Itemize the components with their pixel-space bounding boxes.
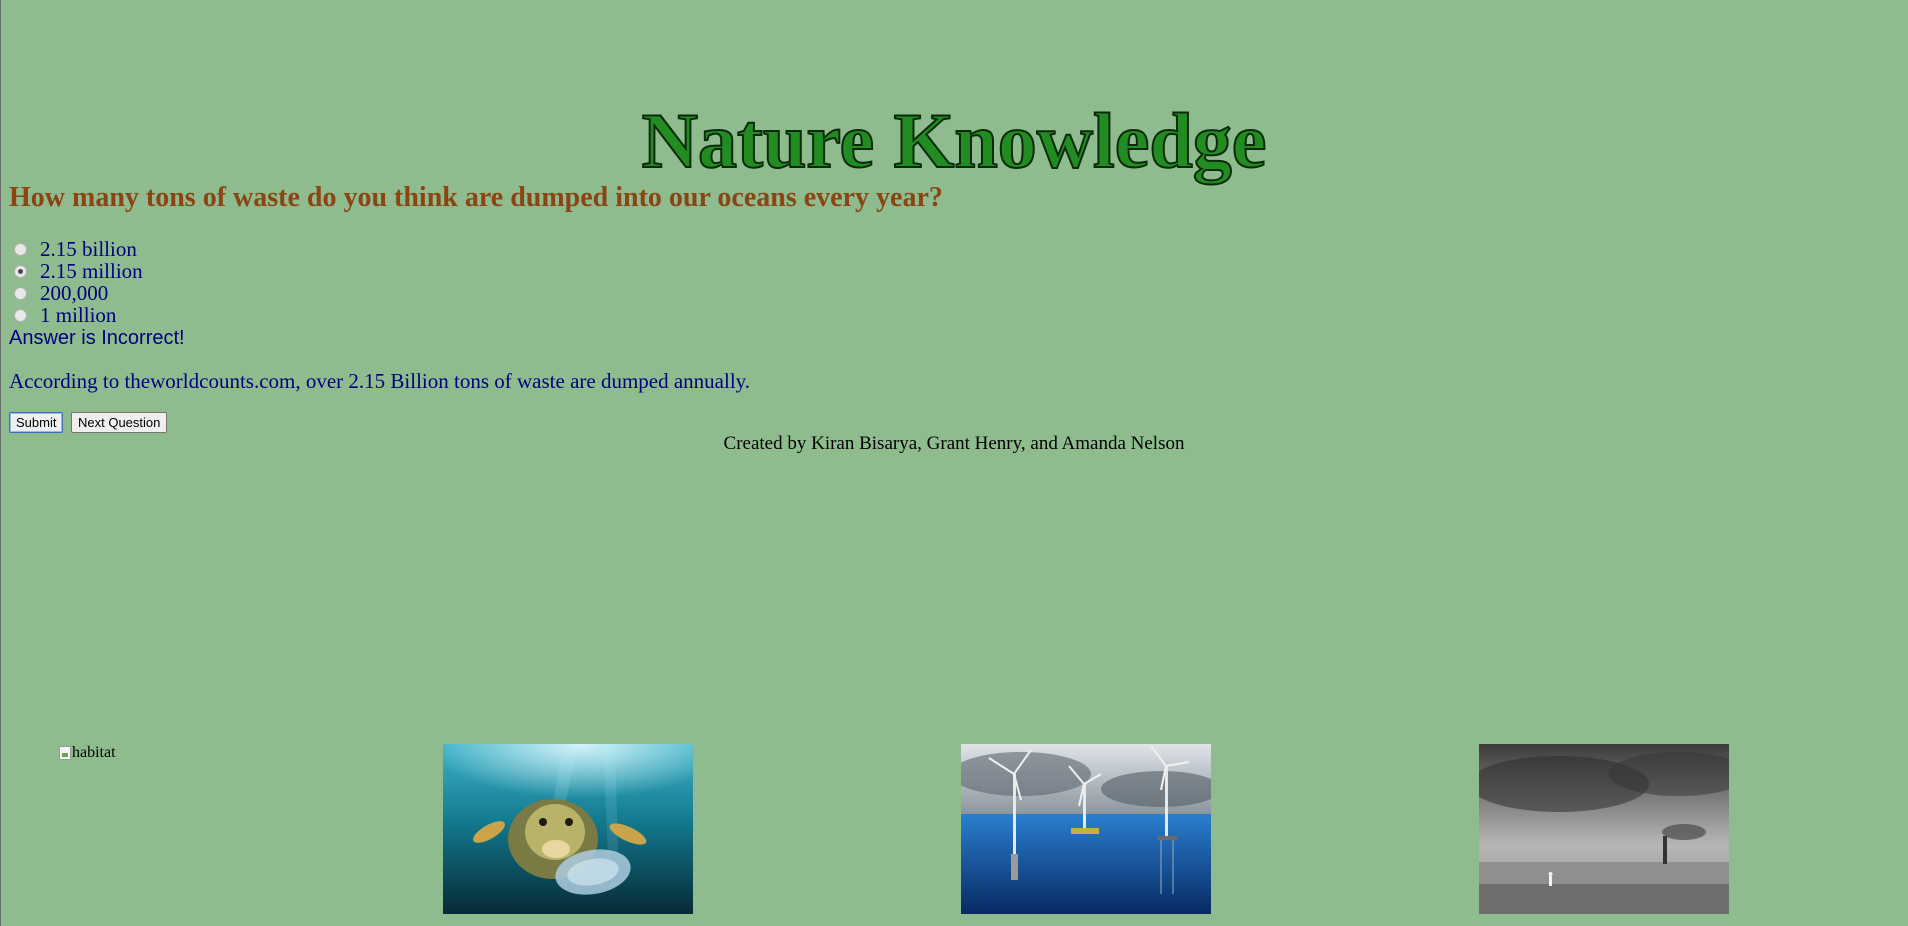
credits-text: Created by Kiran Bisarya, Grant Henry, a… [723,433,1185,454]
answer-options: 2.15 billion 2.15 million 200,000 1 mill… [9,237,143,327]
image-alt-text: habitat [72,744,116,761]
answer-option-2[interactable]: 2.15 million [9,259,143,283]
answer-option-3[interactable]: 200,000 [9,281,143,305]
radio-button-4[interactable] [14,308,27,322]
page-title: Nature Knowledge [641,96,1268,185]
quiz-question: How many tons of waste do you think are … [9,182,943,213]
radio-button-3[interactable] [14,286,27,300]
submit-button[interactable]: Submit [9,412,64,433]
answer-option-1[interactable]: 2.15 billion [9,237,143,261]
answer-option-label: 1 million [40,302,117,327]
radio-button-1[interactable] [14,242,27,256]
broken-image-icon [59,746,71,760]
answer-result: Answer is Incorrect! [9,327,185,349]
turtle-photo [443,744,693,914]
broken-image-habitat: habitat [59,744,116,762]
wind-turbine-photo [961,744,1211,914]
answer-explanation: According to theworldcounts.com, over 2.… [9,369,751,393]
next-question-button[interactable]: Next Question [71,412,168,433]
radio-button-2[interactable] [14,264,27,278]
answer-option-4[interactable]: 1 million [9,302,143,327]
pollution-photo [1479,744,1729,914]
